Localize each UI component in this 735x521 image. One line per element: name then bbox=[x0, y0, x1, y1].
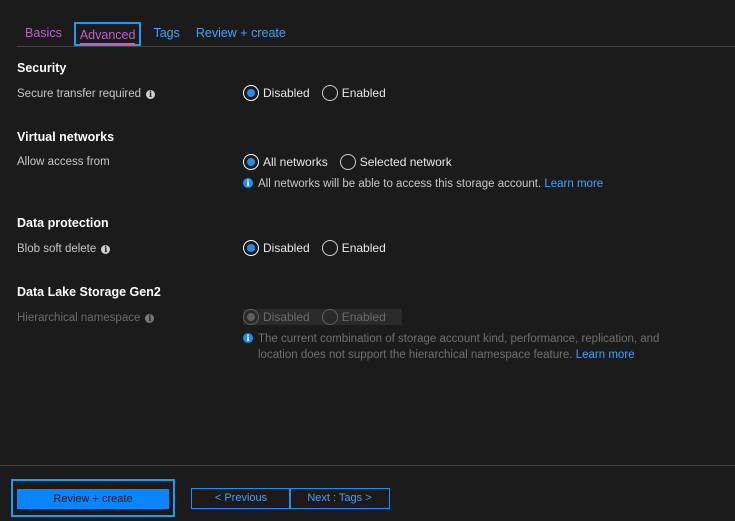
all-networks-radio[interactable]: All networks bbox=[243, 154, 328, 170]
learn-more-link[interactable]: Learn more bbox=[544, 178, 603, 190]
tabs-divider bbox=[17, 46, 735, 47]
hierarchical-namespace-label-text: Hierarchical namespace bbox=[17, 312, 141, 324]
blob-soft-delete-enabled-label: Enabled bbox=[341, 241, 386, 255]
hierarchical-namespace-label: Hierarchical namespace i bbox=[17, 312, 155, 324]
radio-selected-icon bbox=[243, 240, 259, 256]
radio-unselected-icon bbox=[321, 240, 338, 256]
virtual-networks-info-text: All networks will be able to access this… bbox=[258, 176, 603, 192]
info-message-line1: The current combination of storage accou… bbox=[258, 333, 660, 345]
secure-transfer-radio-group: Disabled Enabled bbox=[243, 85, 398, 101]
hierarchical-enabled-radio: Enabled bbox=[321, 309, 386, 325]
radio-unselected-icon bbox=[321, 309, 338, 325]
security-heading: Security bbox=[17, 61, 67, 75]
data-lake-heading: Data Lake Storage Gen2 bbox=[17, 285, 161, 299]
info-message-line2: location does not support the hierarchic… bbox=[258, 349, 573, 361]
selected-network-label: Selected network bbox=[359, 155, 452, 169]
learn-more-link[interactable]: Learn more bbox=[576, 349, 635, 361]
next-tags-button[interactable]: Next : Tags > bbox=[289, 488, 390, 509]
secure-transfer-disabled-radio[interactable]: Disabled bbox=[243, 85, 310, 101]
info-message: All networks will be able to access this… bbox=[258, 178, 542, 190]
hierarchical-enabled-label: Enabled bbox=[341, 310, 386, 324]
info-icon: i bbox=[243, 333, 253, 343]
tab-review-create[interactable]: Review + create bbox=[188, 22, 294, 46]
radio-selected-icon bbox=[243, 154, 259, 170]
secure-transfer-enabled-radio[interactable]: Enabled bbox=[321, 85, 386, 101]
tab-bar: Basics Advanced Tags Review + create bbox=[17, 22, 294, 46]
info-icon[interactable]: i bbox=[146, 89, 156, 99]
data-protection-heading: Data protection bbox=[17, 216, 109, 230]
secure-transfer-disabled-label: Disabled bbox=[263, 86, 310, 100]
radio-unselected-icon bbox=[339, 154, 356, 170]
info-icon: i bbox=[243, 178, 253, 188]
allow-access-label: Allow access from bbox=[17, 156, 110, 168]
info-icon[interactable]: i bbox=[101, 244, 111, 254]
virtual-networks-heading: Virtual networks bbox=[17, 130, 115, 144]
radio-selected-icon bbox=[243, 85, 259, 101]
hierarchical-disabled-radio: Disabled bbox=[243, 309, 310, 325]
hierarchical-namespace-radio-group: Disabled Enabled bbox=[243, 309, 402, 325]
previous-button[interactable]: < Previous bbox=[191, 488, 291, 509]
tab-basics[interactable]: Basics bbox=[17, 22, 70, 46]
blob-soft-delete-label-text: Blob soft delete bbox=[17, 243, 97, 255]
secure-transfer-label: Secure transfer required i bbox=[17, 88, 156, 100]
tab-tags[interactable]: Tags bbox=[145, 22, 187, 46]
hierarchical-disabled-label: Disabled bbox=[263, 310, 310, 324]
tab-advanced[interactable]: Advanced bbox=[73, 22, 142, 46]
allow-access-radio-group: All networks Selected network bbox=[243, 154, 464, 170]
secure-transfer-label-text: Secure transfer required bbox=[17, 88, 142, 100]
footer-divider bbox=[0, 465, 735, 466]
all-networks-label: All networks bbox=[263, 155, 328, 169]
virtual-networks-info: i All networks will be able to access th… bbox=[243, 176, 603, 192]
blob-soft-delete-radio-group: Disabled Enabled bbox=[243, 240, 398, 256]
blob-soft-delete-label: Blob soft delete i bbox=[17, 243, 111, 255]
info-icon[interactable]: i bbox=[145, 313, 155, 323]
review-create-button[interactable]: Review + create bbox=[17, 489, 169, 509]
selected-network-radio[interactable]: Selected network bbox=[339, 154, 452, 170]
blob-soft-delete-disabled-label: Disabled bbox=[263, 241, 310, 255]
secure-transfer-enabled-label: Enabled bbox=[341, 86, 386, 100]
create-storage-account-advanced: Basics Advanced Tags Review + create Sec… bbox=[0, 0, 735, 521]
blob-soft-delete-enabled-radio[interactable]: Enabled bbox=[321, 240, 386, 256]
allow-access-label-text: Allow access from bbox=[17, 156, 110, 168]
radio-selected-icon bbox=[243, 309, 259, 325]
data-lake-info-text: The current combination of storage accou… bbox=[258, 331, 659, 363]
radio-unselected-icon bbox=[321, 85, 338, 101]
blob-soft-delete-disabled-radio[interactable]: Disabled bbox=[243, 240, 310, 256]
data-lake-info: i The current combination of storage acc… bbox=[243, 331, 683, 363]
